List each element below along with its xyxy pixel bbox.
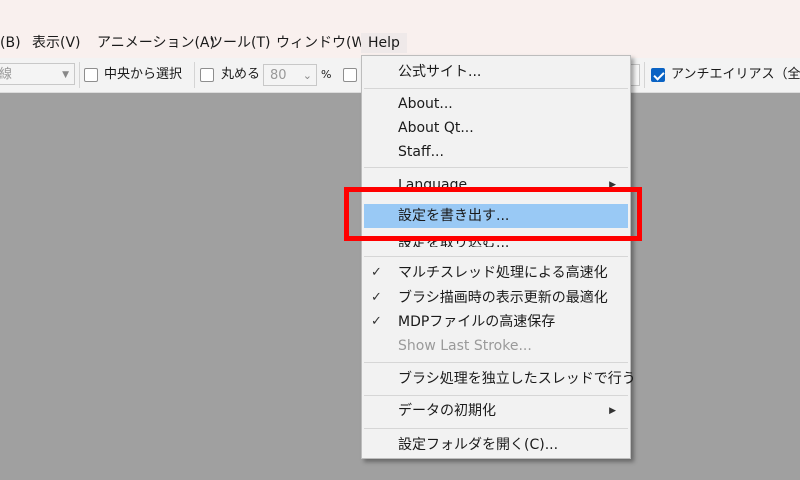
menu-unknown-b[interactable]: (B) <box>0 33 21 53</box>
menu-item-label: マルチスレッド処理による高速化 <box>398 265 608 281</box>
menu-item-about[interactable]: About... <box>362 92 630 116</box>
center-select-label: 中央から選択 <box>104 67 183 82</box>
menu-item-label: 設定を取り込む... <box>398 237 510 247</box>
menu-separator <box>364 428 628 429</box>
line-combo-value: 線 <box>0 67 13 82</box>
menu-item-label: 公式サイト... <box>398 64 482 80</box>
toolbar-divider <box>79 62 80 88</box>
menu-item-brush-thread[interactable]: ブラシ処理を独立したスレッドで行う <box>362 367 636 391</box>
menu-item-show-last-stroke: Show Last Stroke... <box>362 334 630 358</box>
chevron-down-icon: ▼ <box>62 70 69 80</box>
menu-item-label: ブラシ描画時の表示更新の最適化 <box>398 290 608 306</box>
check-icon: ✓ <box>371 265 382 280</box>
round-label: 丸める <box>221 67 261 82</box>
menu-item-label: About... <box>398 96 453 112</box>
menu-item-about-qt[interactable]: About Qt... <box>362 116 630 140</box>
round-value: 80 <box>270 68 287 83</box>
menu-item-export-settings[interactable]: 設定を書き出す... <box>362 204 630 228</box>
line-combo[interactable]: 線 ▼ <box>0 63 75 85</box>
toolbar-divider <box>194 62 195 88</box>
toolbar-divider <box>644 62 645 88</box>
menu-item-label: データの初期化 <box>398 403 496 419</box>
antialias-label: アンチエイリアス（全体 <box>671 67 800 82</box>
menu-item-label: ブラシ処理を独立したスレッドで行う <box>398 371 636 387</box>
toolbar-checkbox[interactable] <box>343 68 357 82</box>
menu-separator <box>364 362 628 363</box>
menu-item-staff[interactable]: Staff... <box>362 140 630 164</box>
menu-item-language[interactable]: Language ▶ <box>362 173 630 197</box>
menu-item-mdp-save[interactable]: ✓ MDPファイルの高速保存 <box>362 310 630 334</box>
title-bar <box>0 0 800 28</box>
menu-bar: (B) 表示(V) アニメーション(A) ツール(T) ウィンドウ(W) Hel… <box>0 28 800 58</box>
menu-item-import-settings[interactable]: 設定を取り込む... <box>362 228 630 252</box>
submenu-arrow-icon: ▶ <box>609 406 616 416</box>
menu-item-label: 設定を書き出す... <box>398 208 510 224</box>
menu-window[interactable]: ウィンドウ(W) <box>276 33 371 53</box>
menu-item-open-settings-folder[interactable]: 設定フォルダを開く(C)... <box>362 433 630 457</box>
check-icon: ✓ <box>371 314 382 329</box>
menu-help[interactable]: Help <box>361 33 407 53</box>
menu-separator <box>364 167 628 168</box>
menu-item-label: About Qt... <box>398 120 474 136</box>
menu-separator <box>364 395 628 396</box>
menu-item-label: Language <box>398 179 468 189</box>
menu-item-multithread[interactable]: ✓ マルチスレッド処理による高速化 <box>362 261 630 285</box>
round-value-spinner[interactable]: 80 ⌄ <box>263 64 317 86</box>
menu-view[interactable]: 表示(V) <box>32 33 81 53</box>
check-icon: ✓ <box>371 290 382 305</box>
menu-item-label: Staff... <box>398 144 444 160</box>
chevron-down-icon: ⌄ <box>302 69 312 82</box>
menu-item-label: 設定フォルダを開く(C)... <box>398 437 559 453</box>
center-select-checkbox[interactable] <box>84 68 98 82</box>
percent-label: % <box>321 68 332 81</box>
submenu-arrow-icon: ▶ <box>609 180 616 190</box>
menu-item-official-site[interactable]: 公式サイト... <box>362 60 630 84</box>
menu-separator <box>364 88 628 89</box>
menu-item-label: MDPファイルの高速保存 <box>398 314 556 330</box>
menu-item-reset-data[interactable]: データの初期化 ▶ <box>362 399 630 423</box>
menu-animation[interactable]: アニメーション(A) <box>97 33 215 53</box>
menu-item-brush-display[interactable]: ✓ ブラシ描画時の表示更新の最適化 <box>362 286 630 310</box>
menu-item-label: Show Last Stroke... <box>398 338 532 354</box>
menu-separator <box>364 256 628 257</box>
menu-tools[interactable]: ツール(T) <box>209 33 270 53</box>
round-checkbox[interactable] <box>200 68 214 82</box>
help-menu: 公式サイト... About... About Qt... Staff... L… <box>361 55 636 459</box>
antialias-checkbox[interactable] <box>651 68 665 82</box>
